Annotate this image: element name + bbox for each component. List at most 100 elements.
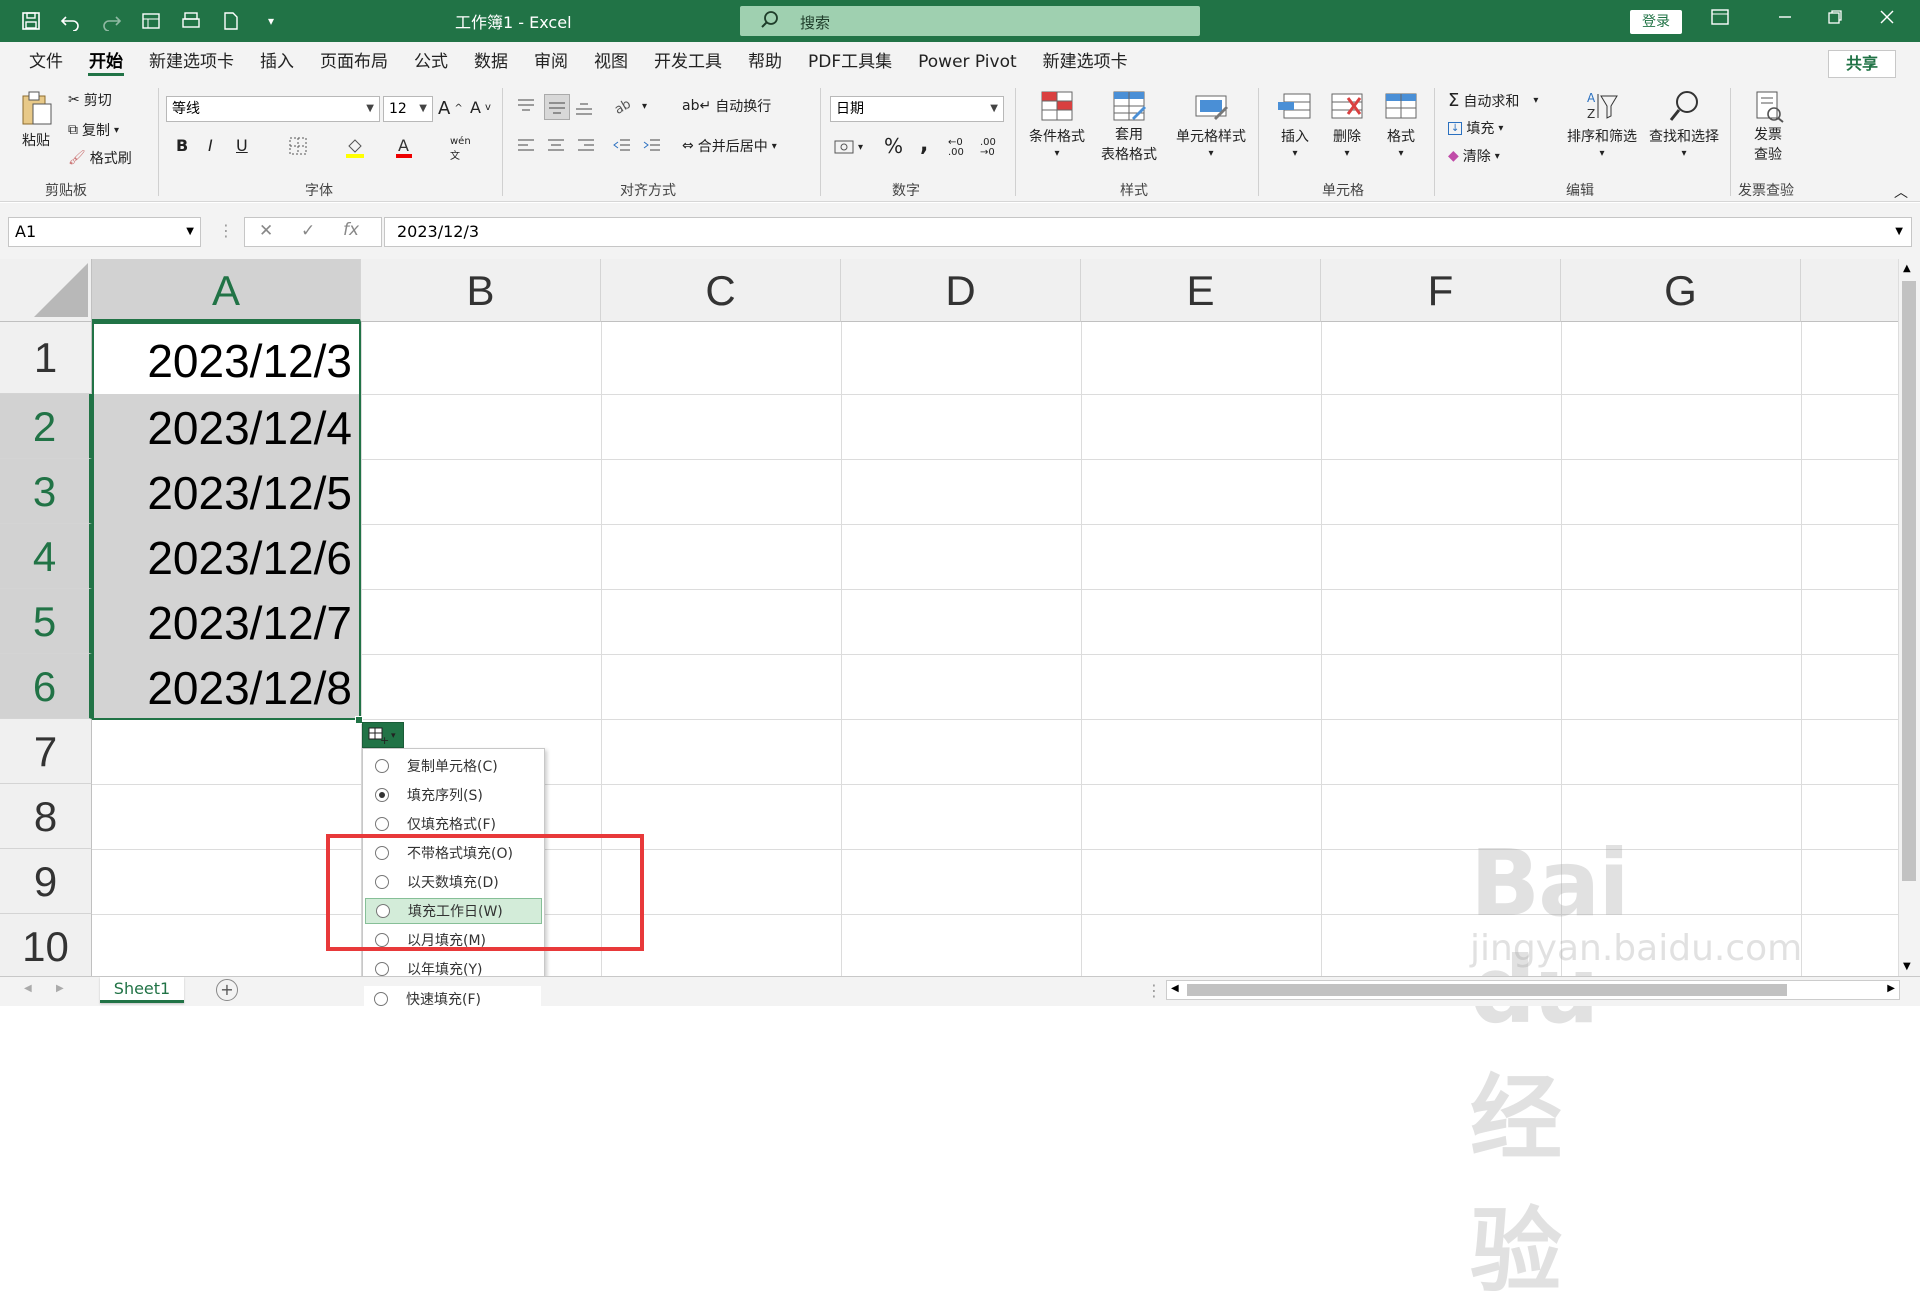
increase-decimal-icon[interactable]: ←0.00 (948, 138, 964, 158)
column-header-c[interactable]: C (601, 259, 841, 322)
decrease-decimal-icon[interactable]: .00 →0 (980, 138, 996, 158)
cut-button[interactable]: ✂ 剪切 (68, 90, 112, 110)
menu-item-fill-years[interactable]: 以年填充(Y) (365, 956, 542, 976)
row-header-2[interactable]: 2 (0, 394, 92, 459)
column-header-d[interactable]: D (841, 259, 1081, 322)
align-middle-icon[interactable] (544, 94, 570, 120)
tab-new-1[interactable]: 新建选项卡 (136, 42, 247, 82)
drag-handle-icon[interactable]: ⋮ (218, 221, 234, 240)
scroll-down-icon[interactable]: ▼ (1903, 961, 1911, 972)
sheet-prev-icon[interactable]: ◀ (24, 983, 32, 994)
redo-icon[interactable] (98, 8, 124, 34)
number-format-select[interactable]: 日期 ▼ (830, 96, 1004, 122)
cancel-icon[interactable]: ✕ (259, 221, 273, 241)
restore-icon[interactable] (1820, 9, 1850, 29)
tab-file[interactable]: 文件 (16, 42, 76, 82)
undo-icon[interactable] (58, 8, 84, 34)
minimize-icon[interactable] (1770, 9, 1800, 29)
scroll-left-icon[interactable]: ◀ (1171, 983, 1179, 994)
tab-new-2[interactable]: 新建选项卡 (1030, 42, 1141, 82)
cell-a1[interactable]: 2023/12/3 (92, 322, 360, 394)
vertical-scrollbar[interactable]: ▲ ▼ (1898, 259, 1920, 976)
ribbon-display-icon[interactable] (1705, 9, 1735, 29)
tab-data[interactable]: 数据 (461, 42, 521, 82)
paste-button[interactable]: 粘贴 (14, 90, 58, 150)
document-icon[interactable] (218, 8, 244, 34)
column-header-b[interactable]: B (361, 259, 601, 322)
phonetic-icon[interactable]: wén 文 (450, 136, 471, 162)
row-header-9[interactable]: 9 (0, 849, 92, 914)
tab-review[interactable]: 审阅 (521, 42, 581, 82)
form-icon[interactable] (138, 8, 164, 34)
hscroll-thumb[interactable] (1187, 984, 1787, 996)
share-button[interactable]: 共享 (1828, 50, 1896, 78)
decrease-indent-icon[interactable] (612, 136, 632, 156)
decrease-font-icon[interactable]: Av (470, 98, 491, 117)
split-handle-icon[interactable]: ⋮ (1146, 981, 1162, 1000)
customize-qat-icon[interactable]: ▾ (258, 8, 284, 34)
menu-item-copy-cells[interactable]: 复制单元格(C) (365, 753, 542, 779)
tab-help[interactable]: 帮助 (735, 42, 795, 82)
add-sheet-icon[interactable]: + (216, 979, 238, 1001)
autosum-button[interactable]: Σ 自动求和 ▾ (1448, 90, 1538, 111)
collapse-ribbon-icon[interactable]: ︿ (1894, 182, 1908, 202)
autofill-options-button[interactable]: + ▾ (362, 722, 404, 748)
increase-indent-icon[interactable] (642, 136, 662, 156)
format-painter-button[interactable]: 🖌 格式刷 (68, 148, 132, 168)
row-header-6[interactable]: 6 (0, 654, 92, 719)
cell-a4[interactable]: 2023/12/6 (92, 524, 360, 589)
conditional-format-button[interactable]: 条件格式 ▾ (1024, 88, 1090, 159)
cell-styles-button[interactable]: 单元格样式 ▾ (1168, 88, 1254, 159)
sheet-tab-sheet1[interactable]: Sheet1 (100, 977, 184, 1003)
font-name-select[interactable]: 等线 ▼ (166, 96, 380, 122)
column-header-e[interactable]: E (1081, 259, 1321, 322)
column-header-f[interactable]: F (1321, 259, 1561, 322)
font-color-icon[interactable]: A (394, 136, 414, 158)
scroll-right-icon[interactable]: ▶ (1887, 983, 1895, 994)
formula-input[interactable]: 2023/12/3 ▼ (384, 217, 1912, 247)
wrap-text-button[interactable]: ab↵ 自动换行 (682, 96, 771, 116)
row-header-3[interactable]: 3 (0, 459, 92, 524)
italic-button[interactable]: I (208, 136, 213, 155)
tab-insert[interactable]: 插入 (247, 42, 307, 82)
row-header-8[interactable]: 8 (0, 784, 92, 849)
delete-cells-button[interactable]: 删除 ▾ (1324, 88, 1370, 159)
currency-icon[interactable]: ▾ (834, 138, 863, 156)
increase-font-icon[interactable]: A ^ (438, 98, 463, 119)
menu-item-fill-series[interactable]: 填充序列(S) (365, 782, 542, 808)
fill-color-icon[interactable] (344, 136, 366, 158)
fill-button[interactable]: ↓ 填充 ▾ (1448, 118, 1503, 138)
merge-center-button[interactable]: ⇔ 合并后居中 ▾ (682, 136, 777, 156)
row-header-4[interactable]: 4 (0, 524, 92, 589)
login-button[interactable]: 登录 (1630, 10, 1682, 34)
scroll-thumb[interactable] (1902, 281, 1916, 881)
row-header-1[interactable]: 1 (0, 322, 92, 394)
menu-item-flash-fill[interactable]: 快速填充(F) (364, 986, 541, 1012)
percent-button[interactable]: % (884, 134, 903, 158)
column-header-h[interactable] (1801, 259, 1898, 322)
clear-button[interactable]: ◆ 清除 ▾ (1448, 146, 1500, 166)
tab-formulas[interactable]: 公式 (401, 42, 461, 82)
cell-a5[interactable]: 2023/12/7 (92, 589, 360, 654)
cell-a2[interactable]: 2023/12/4 (92, 394, 360, 459)
align-right-icon[interactable] (576, 136, 596, 156)
find-select-button[interactable]: 查找和选择 ▾ (1644, 88, 1724, 159)
tab-page-layout[interactable]: 页面布局 (307, 42, 401, 82)
tab-view[interactable]: 视图 (581, 42, 641, 82)
orientation-icon[interactable]: ab ▾ (612, 96, 647, 116)
invoice-check-button[interactable]: 发票 查验 (1748, 88, 1788, 164)
cell-a3[interactable]: 2023/12/5 (92, 459, 360, 524)
align-bottom-icon[interactable] (574, 96, 594, 116)
border-icon[interactable] (288, 136, 308, 156)
copy-button[interactable]: ⧉ 复制 ▾ (68, 120, 119, 140)
format-cells-button[interactable]: 格式 ▾ (1378, 88, 1424, 159)
select-all-button[interactable] (0, 259, 92, 322)
align-top-icon[interactable] (516, 96, 536, 116)
font-size-select[interactable]: 12 ▼ (383, 96, 433, 122)
horizontal-scrollbar[interactable]: ◀ ▶ (1166, 980, 1900, 1000)
tab-developer[interactable]: 开发工具 (641, 42, 735, 82)
insert-function-button[interactable]: fx (343, 220, 359, 240)
align-left-icon[interactable] (516, 136, 536, 156)
search-box[interactable]: 搜索 (740, 6, 1200, 36)
sort-filter-button[interactable]: AZ 排序和筛选 ▾ (1562, 88, 1642, 159)
